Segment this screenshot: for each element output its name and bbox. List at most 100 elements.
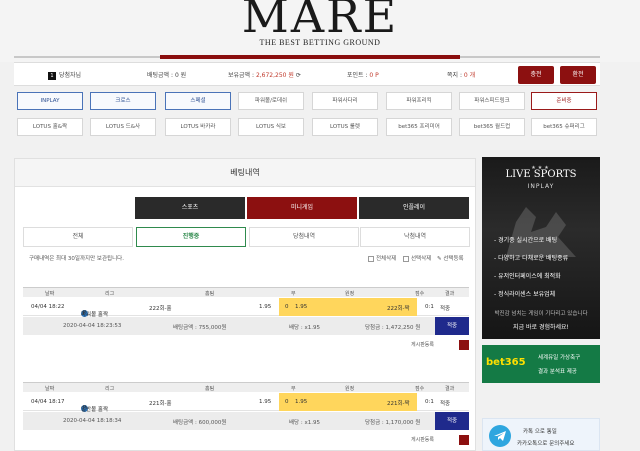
col-score: 점수: [415, 386, 425, 392]
bet-win-amount: 당첨금 : 1,472,250 원: [365, 325, 421, 331]
delete-all-action[interactable]: 전체삭제: [368, 254, 396, 262]
subtab-won[interactable]: 당첨내역: [249, 227, 359, 247]
bet-amount: 배팅금액 : 755,000원: [173, 325, 227, 331]
col-result: 결과: [445, 291, 455, 297]
bet-score: 0:1: [425, 304, 434, 310]
register-selected-action[interactable]: ✎ 선택등록: [437, 254, 464, 262]
nav-lotus-oddeven[interactable]: LOTUS 홀&짝: [17, 118, 83, 136]
edit-icon: ✎: [437, 256, 442, 262]
nav-lotus-roulette[interactable]: LOTUS 룰렛: [312, 118, 378, 136]
nav-coming-soon[interactable]: 준비중: [531, 92, 597, 110]
note-label: 쪽지 :: [447, 72, 462, 79]
game-nav-primary: INPLAY 크로스 스페셜 파워볼/로데쉬 파워사다리 파워프리킥 파워스피드…: [14, 92, 600, 114]
nav-power-speedlink[interactable]: 파워스피드링크: [459, 92, 525, 110]
contact-line2: 카카오톡으로 문의주세요: [517, 441, 575, 447]
messages[interactable]: 쪽지 : 0 개: [447, 70, 475, 79]
nav-powerball[interactable]: 파워볼/로데쉬: [238, 92, 304, 110]
col-away: 원정: [345, 291, 355, 297]
bet-date: 04/04 18:17: [31, 399, 65, 405]
col-league: 리그: [105, 291, 115, 297]
nav-cross[interactable]: 크로스: [90, 92, 156, 110]
retention-notice: 구매내역은 최대 30일까지만 보관됩니다.: [29, 256, 124, 262]
bet365-logo: bet365: [486, 357, 526, 368]
subtab-all[interactable]: 전체: [23, 227, 133, 247]
bet-card: 날짜 리그 홈팀 무 원정 점수 결과 04/04 18:22 P 파워볼 홀짝 …: [23, 287, 469, 357]
feature-label: 정식라이센스 보유업체: [498, 291, 556, 298]
bet-result: 적중: [440, 306, 451, 312]
col-league: 리그: [105, 386, 115, 392]
point: 포인트 : 0 P: [347, 70, 379, 79]
nav-inplay[interactable]: INPLAY: [17, 92, 83, 110]
bet-total-odds: 배당 : x1.95: [289, 325, 320, 331]
contact-banner[interactable]: 카톡 으로 통일 카카오톡으로 문의주세요: [482, 418, 600, 451]
nav-power-freekick[interactable]: 파워프리킥: [386, 92, 452, 110]
register-selected-label: 선택등록: [443, 256, 464, 262]
post-to-board-button[interactable]: [459, 340, 469, 350]
nav-bet365-worldcup[interactable]: bet365 월드컵: [459, 118, 525, 136]
point-label: 포인트 :: [347, 72, 368, 79]
bet-home-odds: 1.95: [259, 304, 272, 310]
tab-sports[interactable]: 스포츠: [135, 197, 245, 219]
username: 당첨자님: [59, 72, 82, 79]
point-value: 0 P: [369, 72, 379, 79]
checkbox-icon: [403, 255, 409, 262]
bet-summary: 2020-04-04 18:23:53 배팅금액 : 755,000원 배당 :…: [23, 317, 469, 335]
bet-money-value: 0 원: [174, 72, 187, 79]
nav-bet365-superleague[interactable]: bet365 슈퍼리그: [531, 118, 597, 136]
withdraw-button[interactable]: 환전: [560, 66, 596, 84]
col-away: 원정: [345, 386, 355, 392]
live-sports-banner[interactable]: ★★★ LIVE SPORTS INPLAY - 경기중 실시간으로 배팅 - …: [482, 157, 600, 339]
table-row: 04/04 18:22 P 파워볼 홀짝 222회-홀 1.95 0 1.95 2…: [23, 298, 469, 318]
bet-time: 2020-04-04 18:23:53: [63, 323, 122, 329]
bet-table-header: 날짜 리그 홈팀 무 원정 점수 결과: [23, 382, 469, 392]
bet-history-panel: 베팅내역 스포츠 미니게임 인플레이 전체 진행중 당첨내역 낙첨내역 구매내역…: [14, 158, 476, 451]
live-footer-text: 박진감 넘치는 게임이 기다리고 있습니다: [494, 311, 588, 317]
athlete-silhouette-icon: [506, 207, 576, 257]
bet365-line1: 세계유일 가상축구: [538, 355, 581, 361]
bet-home: 221회-홀: [149, 401, 172, 407]
col-score: 점수: [415, 291, 425, 297]
bet-home-odds: 1.95: [259, 399, 272, 405]
bet-card: 날짜 리그 홈팀 무 원정 점수 결과 04/04 18:17 P 일반볼 홀짝 …: [23, 382, 469, 451]
user-level: 1 당첨자님: [48, 70, 81, 80]
bet-win-amount: 당첨금 : 1,170,000 원: [365, 420, 421, 426]
nav-special[interactable]: 스페셜: [165, 92, 231, 110]
tab-inplay[interactable]: 인플레이: [359, 197, 469, 219]
nav-lotus-dragon-tiger[interactable]: LOTUS 드&사: [90, 118, 156, 136]
subtab-in-progress[interactable]: 진행중: [136, 227, 246, 247]
result-button[interactable]: 적중: [435, 412, 469, 430]
feature-label: 유저인터페이스에 최적화: [498, 273, 561, 280]
nav-lotus-baccarat[interactable]: LOTUS 바카라: [165, 118, 231, 136]
post-to-board: 게시판등록: [23, 339, 469, 351]
header: MARE THE BEST BETTING GROUND: [0, 0, 640, 62]
bet-away-odds: 1.95: [295, 304, 308, 310]
bet-away: 221회-짝: [387, 401, 410, 407]
refresh-icon[interactable]: ⟳: [296, 72, 301, 79]
bet-away-odds: 1.95: [295, 399, 308, 405]
header-accent-bar: [160, 55, 460, 59]
col-home: 홈팀: [205, 291, 215, 297]
bet-draw: 0: [285, 399, 289, 405]
nav-lotus-sicbo[interactable]: LOTUS 식보: [238, 118, 304, 136]
delete-selected-action[interactable]: 선택삭제: [403, 254, 431, 262]
feature-label: 다양하고 다채로운 배팅종류: [498, 255, 569, 262]
bet-table-header: 날짜 리그 홈팀 무 원정 점수 결과: [23, 287, 469, 297]
balance-value: 2,672,250 원: [255, 72, 294, 79]
live-title: LIVE SPORTS: [505, 169, 577, 180]
result-button[interactable]: 적중: [435, 317, 469, 335]
bet-date: 04/04 18:22: [31, 304, 65, 310]
nav-power-ladder[interactable]: 파워사다리: [312, 92, 378, 110]
bet365-banner[interactable]: bet365 세계유일 가상축구 결과 분석표 제공: [482, 345, 600, 383]
tab-minigame[interactable]: 미니게임: [247, 197, 357, 219]
site-tagline: THE BEST BETTING GROUND: [259, 38, 381, 47]
deposit-button[interactable]: 충전: [518, 66, 554, 84]
bet-score: 0:1: [425, 399, 434, 405]
balance: 보유금액 : 2,672,250 원 ⟳: [228, 70, 301, 79]
level-badge: 1: [48, 72, 56, 80]
col-date: 날짜: [45, 291, 55, 297]
post-to-board-button[interactable]: [459, 435, 469, 445]
nav-bet365-premier[interactable]: bet365 프리미어: [386, 118, 452, 136]
user-info-bar: 1 당첨자님 배팅금액 : 0 원 보유금액 : 2,672,250 원 ⟳ 포인…: [14, 62, 600, 86]
subtab-lost[interactable]: 낙첨내역: [360, 227, 470, 247]
feature-item: - 다양하고 다채로운 배팅종류: [494, 255, 569, 262]
